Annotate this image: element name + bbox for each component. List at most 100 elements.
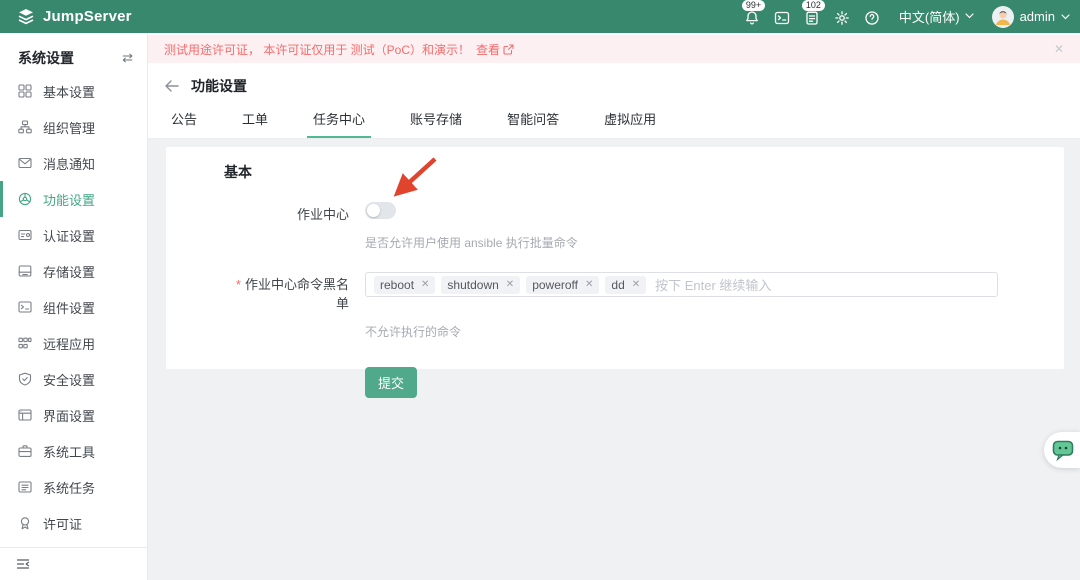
web-terminal-button[interactable] bbox=[767, 0, 797, 33]
remove-tag-icon[interactable]: ✕ bbox=[421, 279, 429, 290]
app-logo-text: JumpServer bbox=[43, 8, 132, 25]
sidebar-item-label: 基本设置 bbox=[43, 84, 96, 100]
job-center-label: 作业中心 bbox=[296, 207, 349, 222]
license-icon bbox=[18, 516, 32, 530]
notification-count-badge: 99+ bbox=[741, 0, 766, 11]
top-header-bar: JumpServer 99+ 102 中文(简体) admin bbox=[0, 0, 1080, 33]
blacklist-placeholder: 按下 Enter 继续输入 bbox=[655, 278, 772, 293]
sidebar-item[interactable]: 功能设置 bbox=[0, 181, 147, 217]
username-label: admin bbox=[1019, 9, 1055, 24]
sidebar-item[interactable]: 组织管理 bbox=[0, 109, 147, 145]
sidebar-title: 系统设置 bbox=[18, 50, 74, 66]
language-label: 中文(简体) bbox=[898, 9, 960, 25]
tab[interactable]: 智能问答 bbox=[501, 109, 565, 138]
sidebar-item-label: 系统工具 bbox=[43, 444, 96, 460]
help-button[interactable] bbox=[857, 0, 887, 33]
submit-button[interactable]: 提交 bbox=[365, 367, 418, 398]
layout-icon bbox=[18, 408, 32, 422]
terminal-window-icon bbox=[774, 10, 790, 26]
chevron-down-icon bbox=[964, 13, 974, 19]
app-logo[interactable]: JumpServer bbox=[16, 7, 132, 27]
blacklist-tag: dd ✕ bbox=[605, 275, 647, 294]
shield-icon bbox=[18, 372, 32, 386]
sidebar-item-label: 认证设置 bbox=[43, 228, 96, 244]
sidebar-item-label: 功能设置 bbox=[43, 192, 96, 208]
sidebar-item-label: 界面设置 bbox=[43, 408, 96, 424]
sidebar-item-label: 组件设置 bbox=[43, 300, 96, 316]
terminal-icon bbox=[18, 300, 32, 314]
bell-icon bbox=[744, 10, 760, 26]
remote-app-icon bbox=[18, 336, 32, 350]
sidebar-item[interactable]: 界面设置 bbox=[0, 397, 147, 433]
toggle-knob bbox=[367, 204, 380, 217]
license-banner: 测试用途许可证， 本许可证仅用于 测试（PoC）和演示！ 查看 ✕ bbox=[148, 35, 1080, 63]
back-button[interactable] bbox=[165, 80, 179, 92]
tab-bar: 公告 工单 任务中心 账号存储 智能问答 虚拟应用 bbox=[165, 109, 1080, 138]
tickets-button[interactable]: 102 bbox=[797, 0, 827, 33]
collapse-sidebar-button[interactable] bbox=[0, 547, 147, 580]
blacklist-tag: reboot ✕ bbox=[374, 275, 436, 294]
job-center-toggle[interactable] bbox=[365, 202, 396, 219]
tab[interactable]: 工单 bbox=[236, 109, 274, 138]
sidebar-item[interactable]: 系统任务 bbox=[0, 469, 147, 505]
system-settings-button[interactable] bbox=[827, 0, 857, 33]
tab[interactable]: 任务中心 bbox=[307, 109, 372, 138]
chevron-down-icon bbox=[1061, 13, 1070, 20]
blacklist-tag: shutdown ✕ bbox=[441, 275, 521, 294]
sidebar-item-label: 远程应用 bbox=[43, 336, 96, 352]
settings-card: 基本 作业中心 是否允许用户使用 ansible 执行批量命令 * 作业中心命令黑… bbox=[166, 147, 1064, 398]
jumpserver-logo-icon bbox=[16, 7, 36, 27]
sidebar-item[interactable]: 组件设置 bbox=[0, 289, 147, 325]
avatar bbox=[991, 5, 1014, 28]
sidebar-item-label: 组织管理 bbox=[43, 120, 96, 136]
job-center-help: 是否允许用户使用 ansible 执行批量命令 bbox=[365, 236, 578, 250]
banner-close-icon[interactable]: ✕ bbox=[1054, 42, 1064, 56]
required-asterisk: * bbox=[235, 277, 241, 292]
tab[interactable]: 账号存储 bbox=[404, 109, 468, 138]
grid-icon bbox=[18, 84, 32, 98]
question-circle-icon bbox=[864, 10, 880, 26]
org-tree-icon bbox=[18, 120, 32, 134]
sidebar-item-label: 系统任务 bbox=[43, 480, 96, 496]
sidebar-item[interactable]: 系统工具 bbox=[0, 433, 147, 469]
remove-tag-icon[interactable]: ✕ bbox=[506, 279, 514, 290]
page-title: 功能设置 bbox=[191, 78, 247, 94]
license-banner-text: 测试用途许可证， 本许可证仅用于 测试（PoC）和演示！ bbox=[164, 42, 471, 57]
sidebar-item-label: 消息通知 bbox=[43, 156, 96, 172]
sidebar-item[interactable]: 认证设置 bbox=[0, 217, 147, 253]
tab[interactable]: 虚拟应用 bbox=[598, 109, 662, 138]
blacklist-help: 不允许执行的命令 bbox=[365, 325, 462, 339]
sidebar-menu: 基本设置组织管理消息通知功能设置认证设置存储设置组件设置远程应用安全设置界面设置… bbox=[0, 73, 147, 547]
section-title-basic: 基本 bbox=[224, 164, 252, 180]
external-link-icon bbox=[503, 43, 514, 55]
sidebar-item-label: 安全设置 bbox=[43, 372, 96, 388]
blacklist-tag-input[interactable]: reboot ✕ shutdown ✕ poweroff ✕ dd ✕ 按下 Enter 继续输… bbox=[365, 272, 998, 297]
clipboard-icon bbox=[804, 10, 820, 26]
remove-tag-icon[interactable]: ✕ bbox=[585, 279, 593, 290]
sidebar-item[interactable]: 远程应用 bbox=[0, 325, 147, 361]
notifications-button[interactable]: 99+ bbox=[737, 0, 767, 33]
main-content: 测试用途许可证， 本许可证仅用于 测试（PoC）和演示！ 查看 ✕ 功能设置 公… bbox=[148, 33, 1080, 580]
view-switch-icon[interactable]: ⇄ bbox=[122, 50, 133, 66]
chat-bubble-icon bbox=[1052, 440, 1074, 461]
sidebar-item[interactable]: 许可证 bbox=[0, 505, 147, 541]
sidebar-item[interactable]: 存储设置 bbox=[0, 253, 147, 289]
language-selector[interactable]: 中文(简体) bbox=[899, 0, 974, 33]
storage-icon bbox=[18, 264, 32, 278]
gear-icon bbox=[834, 10, 850, 26]
sidebar-item[interactable]: 消息通知 bbox=[0, 145, 147, 181]
sidebar-item[interactable]: 基本设置 bbox=[0, 73, 147, 109]
sidebar-item[interactable]: 安全设置 bbox=[0, 361, 147, 397]
page-header: 功能设置 公告 工单 任务中心 账号存储 智能问答 虚拟应用 bbox=[148, 63, 1080, 139]
tab[interactable]: 公告 bbox=[165, 109, 203, 138]
sidebar-item-label: 存储设置 bbox=[43, 264, 96, 280]
remove-tag-icon[interactable]: ✕ bbox=[632, 279, 640, 290]
support-chat-button[interactable] bbox=[1044, 432, 1080, 468]
sidebar: 系统设置 ⇄ 基本设置组织管理消息通知功能设置认证设置存储设置组件设置远程应用安… bbox=[0, 33, 148, 580]
blacklist-tag: poweroff ✕ bbox=[526, 275, 600, 294]
license-view-link[interactable]: 查看 bbox=[476, 41, 514, 58]
message-icon bbox=[18, 156, 32, 170]
feature-icon bbox=[18, 192, 32, 206]
ticket-count-badge: 102 bbox=[801, 0, 825, 11]
user-menu[interactable]: admin bbox=[991, 5, 1070, 28]
